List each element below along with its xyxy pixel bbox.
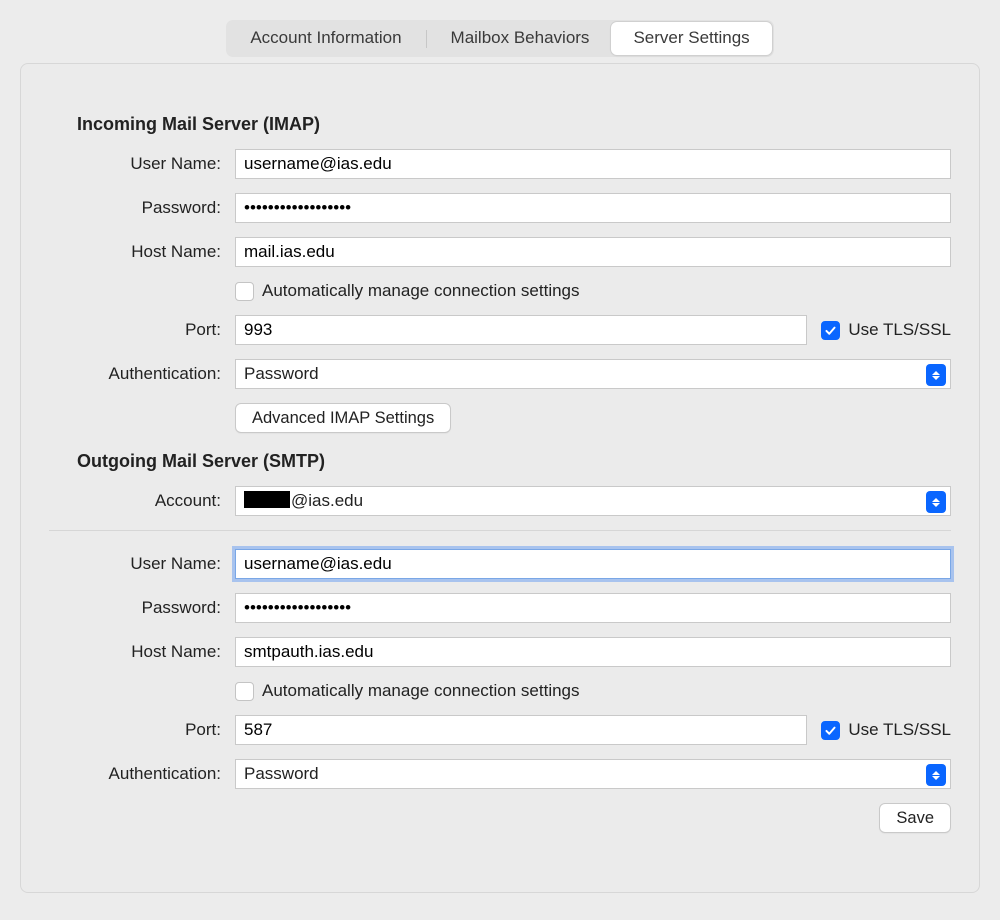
smtp-port-label: Port: <box>49 720 235 740</box>
smtp-auth-value: Password <box>244 764 319 784</box>
redacted-text <box>244 491 290 508</box>
imap-section-title: Incoming Mail Server (IMAP) <box>77 114 951 135</box>
preferences-window: Account Information Mailbox Behaviors Se… <box>0 0 1000 920</box>
imap-host-label: Host Name: <box>49 242 235 262</box>
smtp-username-input[interactable] <box>235 549 951 579</box>
stepper-icon <box>926 491 946 513</box>
tab-server-settings[interactable]: Server Settings <box>611 22 771 55</box>
imap-password-input[interactable] <box>235 193 951 223</box>
tab-mailbox-behaviors[interactable]: Mailbox Behaviors <box>429 22 612 55</box>
smtp-password-input[interactable] <box>235 593 951 623</box>
stepper-icon <box>926 364 946 386</box>
imap-tls-label: Use TLS/SSL <box>848 320 951 340</box>
imap-auto-manage-label: Automatically manage connection settings <box>262 281 580 301</box>
smtp-auth-label: Authentication: <box>49 764 235 784</box>
check-icon <box>824 324 837 337</box>
smtp-auto-manage-checkbox[interactable] <box>235 682 254 701</box>
smtp-account-label: Account: <box>49 491 235 511</box>
imap-port-label: Port: <box>49 320 235 340</box>
smtp-account-value: @ias.edu <box>244 491 363 511</box>
server-settings-panel: Incoming Mail Server (IMAP) User Name: P… <box>20 63 980 893</box>
imap-port-input[interactable] <box>235 315 807 345</box>
smtp-auth-select[interactable]: Password <box>235 759 951 789</box>
imap-auth-label: Authentication: <box>49 364 235 384</box>
smtp-password-label: Password: <box>49 598 235 618</box>
imap-auto-manage-checkbox[interactable] <box>235 282 254 301</box>
smtp-section-title: Outgoing Mail Server (SMTP) <box>77 451 951 472</box>
imap-auth-value: Password <box>244 364 319 384</box>
smtp-auto-manage-label: Automatically manage connection settings <box>262 681 580 701</box>
smtp-username-label: User Name: <box>49 554 235 574</box>
tab-separator <box>426 30 427 48</box>
smtp-host-input[interactable] <box>235 637 951 667</box>
smtp-host-label: Host Name: <box>49 642 235 662</box>
imap-username-input[interactable] <box>235 149 951 179</box>
tab-bar: Account Information Mailbox Behaviors Se… <box>0 20 1000 57</box>
imap-host-input[interactable] <box>235 237 951 267</box>
advanced-imap-settings-button[interactable]: Advanced IMAP Settings <box>235 403 451 433</box>
smtp-port-input[interactable] <box>235 715 807 745</box>
divider <box>49 530 951 531</box>
tab-account-information[interactable]: Account Information <box>228 22 423 55</box>
check-icon <box>824 724 837 737</box>
imap-auth-select[interactable]: Password <box>235 359 951 389</box>
smtp-tls-checkbox[interactable] <box>821 721 840 740</box>
tab-group: Account Information Mailbox Behaviors Se… <box>226 20 773 57</box>
smtp-tls-label: Use TLS/SSL <box>848 720 951 740</box>
imap-password-label: Password: <box>49 198 235 218</box>
smtp-account-select[interactable]: @ias.edu <box>235 486 951 516</box>
imap-tls-checkbox[interactable] <box>821 321 840 340</box>
stepper-icon <box>926 764 946 786</box>
imap-username-label: User Name: <box>49 154 235 174</box>
save-button[interactable]: Save <box>879 803 951 833</box>
